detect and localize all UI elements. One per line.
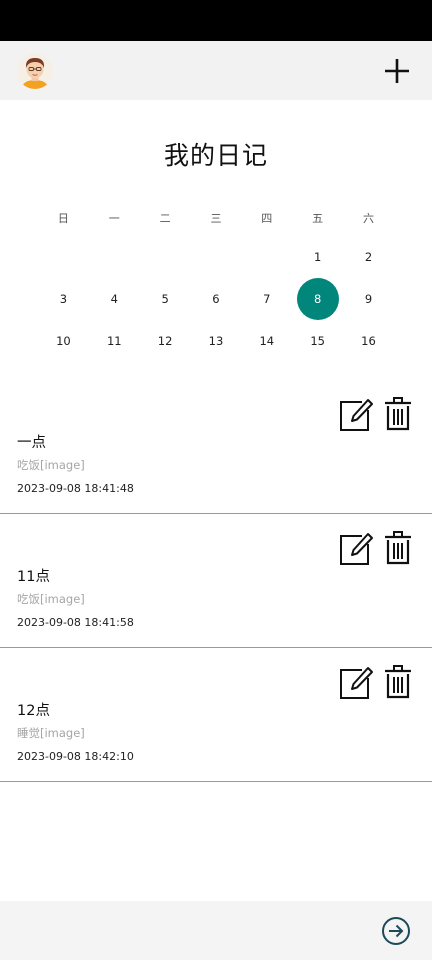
calendar-day[interactable]: 13 — [191, 320, 242, 362]
diary-entry[interactable]: 12点 睡觉[image] 2023-09-08 18:42:10 — [0, 648, 432, 782]
add-entry-button[interactable] — [380, 54, 414, 88]
calendar-day[interactable]: 15 — [292, 320, 343, 362]
edit-button[interactable] — [338, 530, 374, 566]
edit-button[interactable] — [338, 396, 374, 432]
calendar-day[interactable]: 12 — [140, 320, 191, 362]
entry-title: 一点 — [17, 435, 46, 451]
calendar-day[interactable]: 14 — [241, 320, 292, 362]
calendar-day[interactable]: 3 — [38, 278, 89, 320]
calendar-day-number: 4 — [110, 292, 118, 306]
calendar-empty-cell — [38, 236, 89, 278]
calendar-day-number: 3 — [59, 292, 68, 306]
entry-timestamp: 2023-09-08 18:41:48 — [17, 482, 134, 495]
calendar-day[interactable]: 7 — [241, 278, 292, 320]
delete-button[interactable] — [383, 530, 413, 566]
page-title: 我的日记 — [163, 141, 268, 170]
trash-icon — [385, 531, 411, 565]
next-button[interactable] — [381, 916, 411, 946]
arrow-right-circle-icon — [382, 917, 410, 945]
calendar-day-number: 6 — [212, 292, 220, 306]
delete-button[interactable] — [383, 664, 413, 700]
calendar-day-number: 16 — [361, 334, 376, 348]
calendar-day-number: 11 — [106, 334, 122, 348]
calendar-day[interactable]: 9 — [343, 278, 394, 320]
calendar-week-row: 3 4 5 6 7 8 9 — [38, 278, 394, 320]
diary-entry[interactable]: 11点 吃饭[image] 2023-09-08 18:41:58 — [0, 514, 432, 648]
entry-content: 睡觉[image] — [17, 726, 85, 740]
entry-title: 12点 — [17, 703, 50, 719]
calendar-day-number: 9 — [364, 292, 373, 306]
calendar-day-number: 13 — [208, 334, 224, 348]
weekday-label: 三 — [210, 212, 222, 225]
trash-icon — [385, 397, 411, 431]
calendar-day[interactable]: 5 — [140, 278, 191, 320]
calendar-day[interactable]: 2 — [343, 236, 394, 278]
user-avatar-icon — [17, 53, 53, 89]
plus-icon — [385, 59, 409, 83]
entry-timestamp: 2023-09-08 18:42:10 — [17, 750, 134, 763]
weekday-label: 一 — [108, 212, 120, 225]
entry-title: 11点 — [17, 569, 50, 585]
bottom-bar — [0, 901, 432, 960]
weekday-label: 日 — [57, 212, 69, 225]
calendar-day[interactable]: 10 — [38, 320, 89, 362]
calendar-day[interactable]: 16 — [343, 320, 394, 362]
delete-button[interactable] — [383, 396, 413, 432]
avatar[interactable] — [17, 53, 53, 89]
calendar-day-number: 12 — [157, 334, 173, 348]
calendar-day-number: 8 — [296, 278, 339, 320]
diary-entry[interactable]: 一点 吃饭[image] 2023-09-08 18:41:48 — [0, 380, 432, 514]
calendar-week-row: 10 11 12 13 14 15 16 — [38, 320, 394, 362]
calendar-day[interactable]: 11 — [89, 320, 140, 362]
edit-icon — [340, 667, 373, 699]
edit-icon — [340, 399, 373, 431]
calendar-day-selected[interactable]: 8 — [292, 278, 343, 320]
calendar-day-number: 10 — [56, 334, 71, 348]
weekday-label: 二 — [159, 212, 171, 225]
entry-timestamp: 2023-09-08 18:41:58 — [17, 616, 134, 629]
calendar-empty-cell — [89, 236, 140, 278]
edit-button[interactable] — [338, 664, 374, 700]
calendar-day[interactable]: 4 — [89, 278, 140, 320]
calendar: 日 一 二 三 四 五 六 1 2 3 4 5 6 7 8 9 10 11 12… — [38, 200, 394, 362]
calendar-day-number: 15 — [310, 334, 325, 348]
entry-content: 吃饭[image] — [17, 458, 85, 472]
calendar-day-number: 1 — [313, 250, 322, 264]
status-bar — [0, 0, 432, 41]
calendar-day-number: 5 — [161, 292, 169, 306]
weekday-label: 五 — [312, 212, 324, 225]
calendar-day-number: 2 — [364, 250, 373, 264]
calendar-empty-cell — [191, 236, 242, 278]
trash-icon — [385, 665, 411, 699]
top-bar — [0, 41, 432, 100]
calendar-weekday-row: 日 一 二 三 四 五 六 — [38, 200, 394, 236]
entry-content: 吃饭[image] — [17, 592, 85, 606]
edit-icon — [340, 533, 373, 565]
calendar-day[interactable]: 1 — [292, 236, 343, 278]
calendar-empty-cell — [140, 236, 191, 278]
weekday-label: 六 — [362, 212, 374, 225]
calendar-day-number: 14 — [259, 334, 275, 348]
calendar-week-row: 1 2 — [38, 236, 394, 278]
calendar-empty-cell — [241, 236, 292, 278]
calendar-day[interactable]: 6 — [191, 278, 242, 320]
calendar-day-number: 7 — [263, 292, 271, 306]
weekday-label: 四 — [261, 212, 273, 225]
